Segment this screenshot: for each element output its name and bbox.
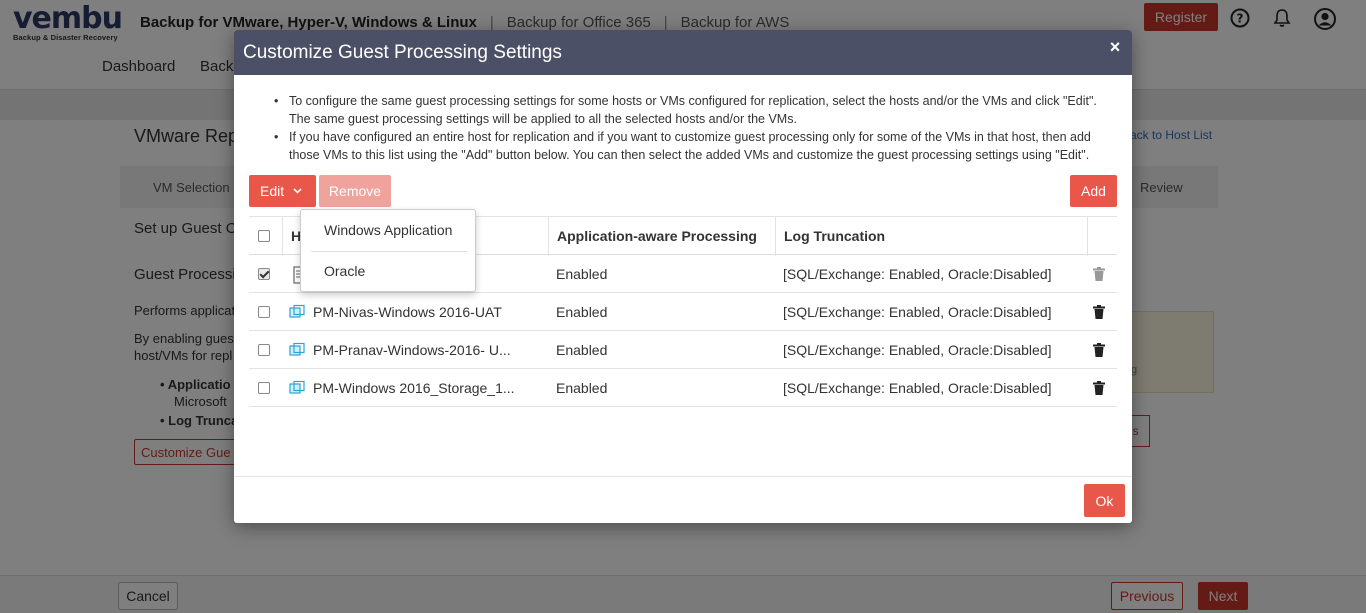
instructions-list: To configure the same guest processing s… xyxy=(270,92,1110,164)
select-all-cell xyxy=(258,217,270,254)
row-checkbox[interactable] xyxy=(258,343,270,356)
ok-button[interactable]: Ok xyxy=(1084,484,1125,517)
trash-icon[interactable] xyxy=(1093,369,1105,406)
row-checkbox-cell xyxy=(258,255,270,292)
app-aware-value: Enabled xyxy=(556,303,608,320)
dialog-header: Customize Guest Processing Settings × xyxy=(234,30,1132,75)
row-checkbox[interactable] xyxy=(258,305,270,318)
edit-dropdown-menu: Windows Application Oracle xyxy=(300,209,476,292)
column-divider xyxy=(775,217,776,256)
column-divider xyxy=(548,217,549,256)
add-button[interactable]: Add xyxy=(1070,175,1117,207)
menu-item-windows-application[interactable]: Windows Application xyxy=(301,210,475,250)
chevron-down-icon xyxy=(293,186,303,196)
table-row[interactable]: PM-Pranav-Windows-2016- U... Enabled [SQ… xyxy=(249,331,1117,369)
vm-icon xyxy=(289,342,305,358)
vm-name: PM-Windows 2016_Storage_1... xyxy=(313,379,515,396)
vm-name-cell: PM-Windows 2016_Storage_1... xyxy=(289,369,515,406)
column-divider xyxy=(1087,217,1088,256)
row-checkbox-cell xyxy=(258,293,270,330)
app-aware-value: Enabled xyxy=(556,341,608,358)
customize-guest-processing-dialog: Customize Guest Processing Settings × To… xyxy=(234,30,1132,523)
log-truncation-value: [SQL/Exchange: Enabled, Oracle:Disabled] xyxy=(783,303,1052,320)
log-truncation-value: [SQL/Exchange: Enabled, Oracle:Disabled] xyxy=(783,341,1052,358)
app-aware-value: Enabled xyxy=(556,265,608,282)
row-checkbox[interactable] xyxy=(258,267,270,280)
trash-icon[interactable] xyxy=(1093,255,1105,292)
vm-name: PM-Pranav-Windows-2016- U... xyxy=(313,341,511,358)
app-aware-value: Enabled xyxy=(556,379,608,396)
vm-name-cell: PM-Nivas-Windows 2016-UAT xyxy=(289,293,502,330)
trash-icon[interactable] xyxy=(1093,293,1105,330)
log-truncation-value: [SQL/Exchange: Enabled, Oracle:Disabled] xyxy=(783,379,1052,396)
vm-icon xyxy=(289,380,305,396)
instruction-item: If you have configured an entire host fo… xyxy=(270,128,1110,164)
edit-button[interactable]: Edit xyxy=(249,175,316,207)
edit-button-label: Edit xyxy=(260,183,285,199)
vm-name: PM-Nivas-Windows 2016-UAT xyxy=(313,303,502,320)
remove-button[interactable]: Remove xyxy=(319,175,391,207)
footer-divider xyxy=(234,476,1132,477)
menu-item-oracle[interactable]: Oracle xyxy=(301,251,475,291)
vm-name-cell: PM-Pranav-Windows-2016- U... xyxy=(289,331,511,368)
column-divider xyxy=(282,217,283,256)
table-row[interactable]: PM-Windows 2016_Storage_1... Enabled [SQ… xyxy=(249,369,1117,407)
trash-icon[interactable] xyxy=(1093,331,1105,368)
instruction-item: To configure the same guest processing s… xyxy=(270,92,1110,128)
select-all-checkbox[interactable] xyxy=(258,229,270,242)
vm-icon xyxy=(289,304,305,320)
column-app-aware[interactable]: Application-aware Processing xyxy=(557,217,757,254)
row-checkbox-cell xyxy=(258,331,270,368)
close-icon[interactable]: × xyxy=(1106,38,1124,56)
table-row[interactable]: PM-Nivas-Windows 2016-UAT Enabled [SQL/E… xyxy=(249,293,1117,331)
row-checkbox[interactable] xyxy=(258,381,270,394)
log-truncation-value: [SQL/Exchange: Enabled, Oracle:Disabled] xyxy=(783,265,1052,282)
column-log-truncation[interactable]: Log Truncation xyxy=(784,217,885,254)
row-checkbox-cell xyxy=(258,369,270,406)
dialog-title: Customize Guest Processing Settings xyxy=(243,42,562,63)
